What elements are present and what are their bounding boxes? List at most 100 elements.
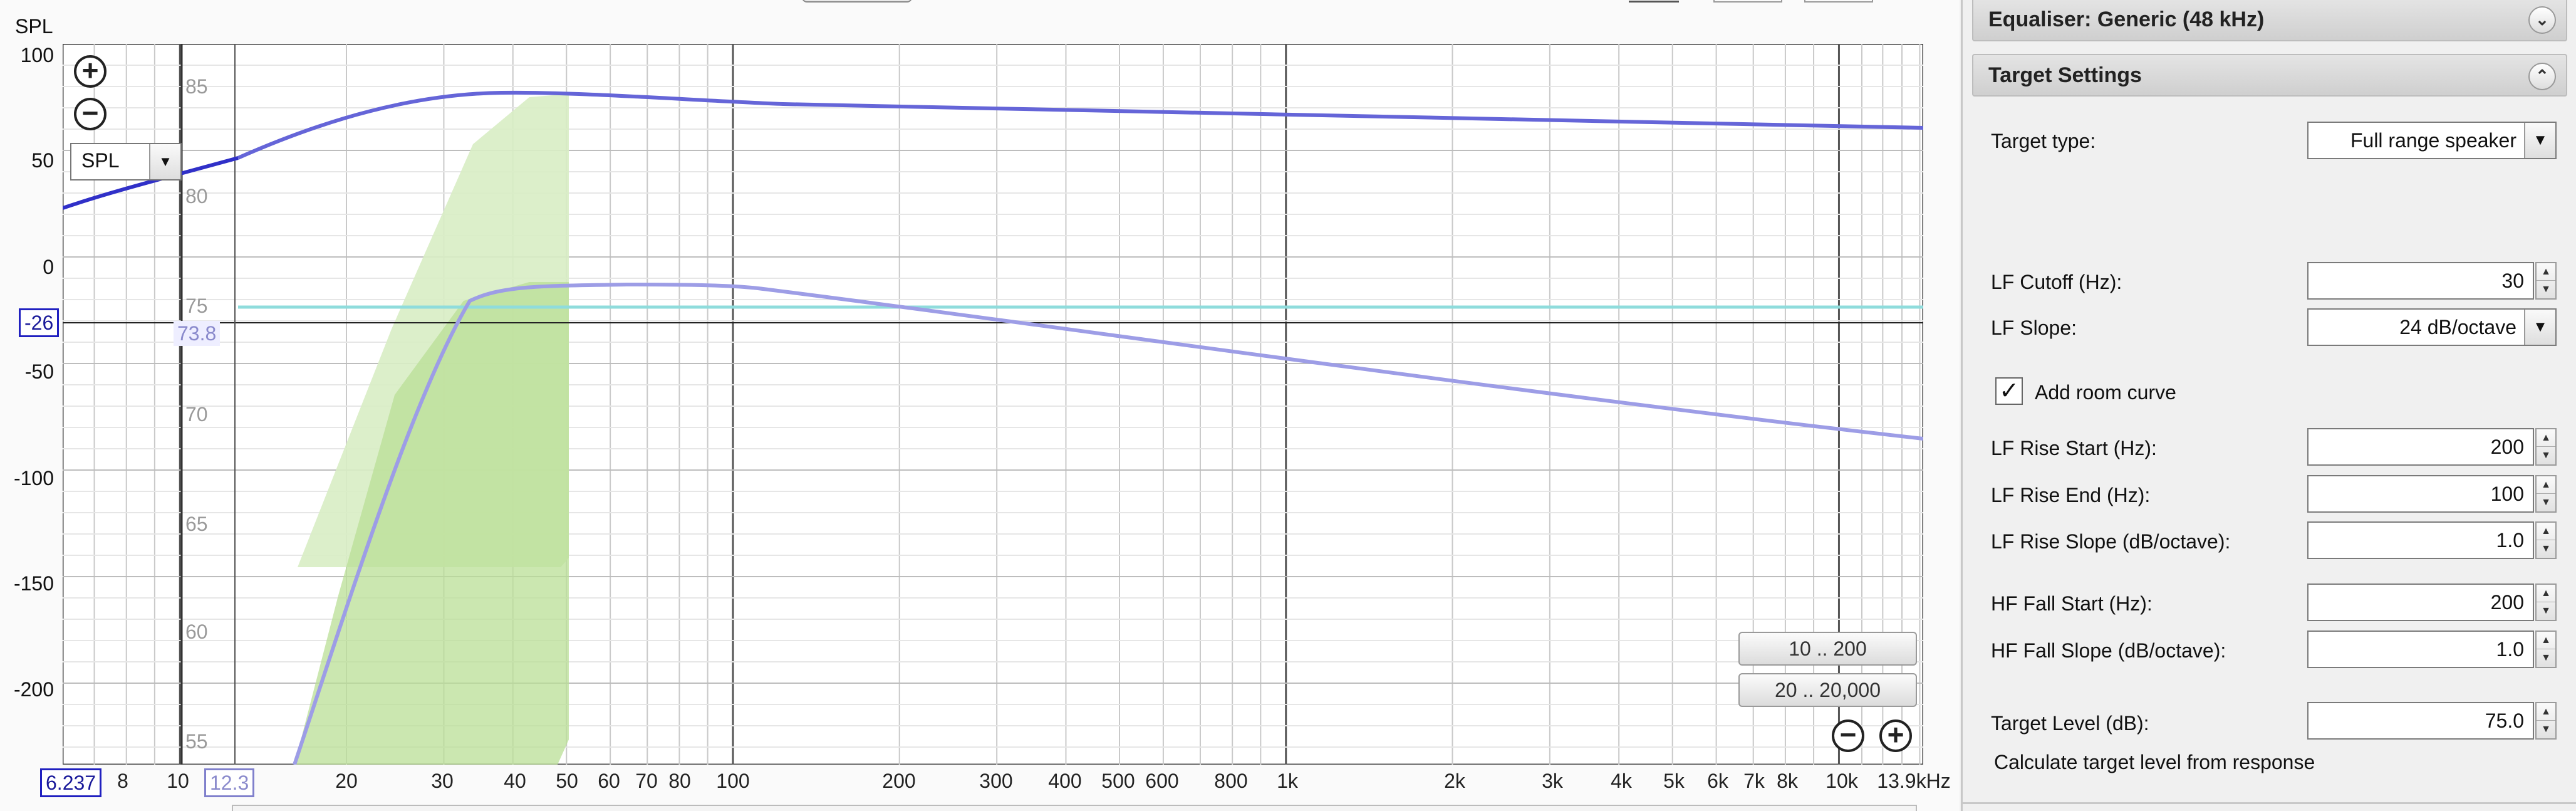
spin-down-icon[interactable]: ▼ (2537, 721, 2555, 738)
target-settings-section-header[interactable]: Target Settings ⌃ (1972, 54, 2567, 97)
chevron-down-icon: ▼ (2524, 310, 2555, 345)
lf-slope-label: LF Slope: (1991, 317, 2077, 339)
target-level-label: Target Level (dB): (1991, 712, 2149, 735)
x-tick: 50 (556, 770, 578, 792)
toolbar-icon-fragment[interactable] (1804, 0, 1873, 3)
x-tick: 1k (1277, 770, 1298, 792)
spin-up-icon[interactable]: ▲ (2537, 476, 2555, 494)
x-tick: 3k (1542, 770, 1563, 792)
x-tick: 300 (979, 770, 1013, 792)
target-level-field[interactable]: 75.0 (2307, 702, 2534, 740)
y-tick: -150 (13, 572, 54, 595)
x-tick: 8 (117, 770, 128, 792)
y-tick: -200 (13, 678, 54, 701)
calculate-target-level-link[interactable]: Calculate target level from response (1994, 751, 2315, 774)
lf-rise-end-field[interactable]: 100 (2307, 475, 2534, 513)
spin-down-icon[interactable]: ▼ (2537, 540, 2555, 558)
right-y-tick: 70 (185, 403, 208, 426)
target-type-select[interactable]: Full range speaker ▼ (2307, 122, 2557, 159)
x-tick: 4k (1611, 770, 1632, 792)
panel-bottom-divider (1963, 802, 2576, 804)
graph-panel: SPL 100 50 0 -50 -100 -150 -200 85 80 75… (0, 0, 1960, 811)
cursor-x-left-value: 6.237 (40, 768, 102, 797)
x-tick: 2k (1444, 770, 1465, 792)
x-tick: 8k (1777, 770, 1798, 792)
x-tick: 13.9kHz (1877, 770, 1951, 792)
cursor-y-left-value: -26 (19, 308, 60, 337)
spin-down-icon[interactable]: ▼ (2537, 649, 2555, 667)
spin-up-icon[interactable]: ▲ (2537, 263, 2555, 281)
hf-fall-slope-field[interactable]: 1.0 (2307, 630, 2534, 668)
spin-up-icon[interactable]: ▲ (2537, 632, 2555, 649)
zoom-in-vertical-button[interactable]: + (74, 55, 106, 88)
hf-fall-start-spinner[interactable]: ▲ ▼ (2535, 583, 2557, 621)
double-chevron-up-icon[interactable]: ⌃ (2528, 63, 2556, 90)
add-room-curve-checkbox[interactable]: ✓ (1995, 377, 2023, 405)
spin-down-icon[interactable]: ▼ (2537, 281, 2555, 298)
zoom-out-horizontal-button[interactable]: − (1832, 719, 1864, 752)
spin-down-icon[interactable]: ▼ (2537, 602, 2555, 620)
zoom-out-vertical-button[interactable]: − (74, 98, 106, 130)
right-y-tick: 65 (185, 513, 208, 535)
hf-fall-start-label: HF Fall Start (Hz): (1991, 592, 2153, 615)
lf-rise-slope-field[interactable]: 1.0 (2307, 521, 2534, 559)
lf-rise-end-spinner[interactable]: ▲ ▼ (2535, 475, 2557, 513)
cursor-x-value: 12.3 (204, 768, 255, 797)
range-10-200-button[interactable]: 10 .. 200 (1738, 632, 1917, 666)
lf-cutoff-spinner[interactable]: ▲ ▼ (2535, 262, 2557, 300)
x-tick: 10 (167, 770, 189, 792)
x-tick: 60 (598, 770, 620, 792)
spin-down-icon[interactable]: ▼ (2537, 447, 2555, 464)
target-level-spinner[interactable]: ▲ ▼ (2535, 702, 2557, 740)
toolbar-button-fragment[interactable] (802, 0, 912, 3)
x-tick: 10k (1826, 770, 1858, 792)
lf-slope-value: 24 dB/octave (2399, 316, 2516, 338)
right-y-tick: 60 (185, 620, 208, 643)
lf-rise-start-spinner[interactable]: ▲ ▼ (2535, 428, 2557, 466)
y-tick: 50 (31, 149, 54, 172)
toolbar-icon-fragment[interactable] (1713, 0, 1782, 3)
target-type-value: Full range speaker (2350, 129, 2516, 152)
right-y-tick: 85 (185, 75, 208, 98)
lf-slope-select[interactable]: 24 dB/octave ▼ (2307, 308, 2557, 346)
lf-rise-end-label: LF Rise End (Hz): (1991, 484, 2151, 506)
equaliser-section-header[interactable]: Equaliser: Generic (48 kHz) ⌄ (1972, 0, 2567, 41)
lf-cutoff-field[interactable]: 30 (2307, 262, 2534, 300)
toolbar-icon-fragment[interactable] (1629, 0, 1679, 3)
spin-up-icon[interactable]: ▲ (2537, 429, 2555, 447)
measurement-select[interactable]: SPL ▼ (70, 143, 182, 181)
x-tick: 7k (1743, 770, 1765, 792)
app-window: SPL 100 50 0 -50 -100 -150 -200 85 80 75… (0, 0, 2576, 811)
measurement-select-value: SPL (81, 149, 120, 172)
hf-fall-start-field[interactable]: 200 (2307, 583, 2534, 621)
lf-rise-start-field[interactable]: 200 (2307, 428, 2534, 466)
lf-rise-slope-spinner[interactable]: ▲ ▼ (2535, 521, 2557, 559)
zoom-in-horizontal-button[interactable]: + (1879, 719, 1912, 752)
x-tick: 70 (635, 770, 658, 792)
double-chevron-down-icon[interactable]: ⌄ (2528, 6, 2556, 34)
horizontal-scrollbar[interactable] (232, 805, 1917, 811)
range-20-20000-button[interactable]: 20 .. 20,000 (1738, 673, 1917, 707)
cursor-y-right-value: 73.8 (174, 321, 221, 346)
x-tick: 6k (1707, 770, 1728, 792)
spin-up-icon[interactable]: ▲ (2537, 523, 2555, 540)
hf-fall-slope-spinner[interactable]: ▲ ▼ (2535, 630, 2557, 668)
spin-up-icon[interactable]: ▲ (2537, 585, 2555, 602)
chevron-down-icon: ▼ (149, 144, 180, 179)
x-tick: 800 (1214, 770, 1248, 792)
target-settings-title: Target Settings (1988, 63, 2142, 87)
y-tick: 100 (20, 44, 54, 66)
x-tick: 100 (716, 770, 750, 792)
x-tick: 500 (1101, 770, 1135, 792)
hf-fall-slope-label: HF Fall Slope (dB/octave): (1991, 639, 2226, 662)
target-type-label: Target type: (1991, 130, 2096, 152)
spin-up-icon[interactable]: ▲ (2537, 703, 2555, 721)
x-tick: 400 (1048, 770, 1082, 792)
add-room-curve-label: Add room curve (2035, 381, 2176, 404)
plot-area[interactable] (63, 44, 1923, 765)
settings-panel: Equaliser: Generic (48 kHz) ⌄ Target Set… (1961, 0, 2576, 811)
spin-down-icon[interactable]: ▼ (2537, 494, 2555, 511)
lf-rise-start-label: LF Rise Start (Hz): (1991, 437, 2157, 459)
equaliser-title: Equaliser: Generic (48 kHz) (1988, 8, 2265, 31)
x-tick: 600 (1145, 770, 1179, 792)
